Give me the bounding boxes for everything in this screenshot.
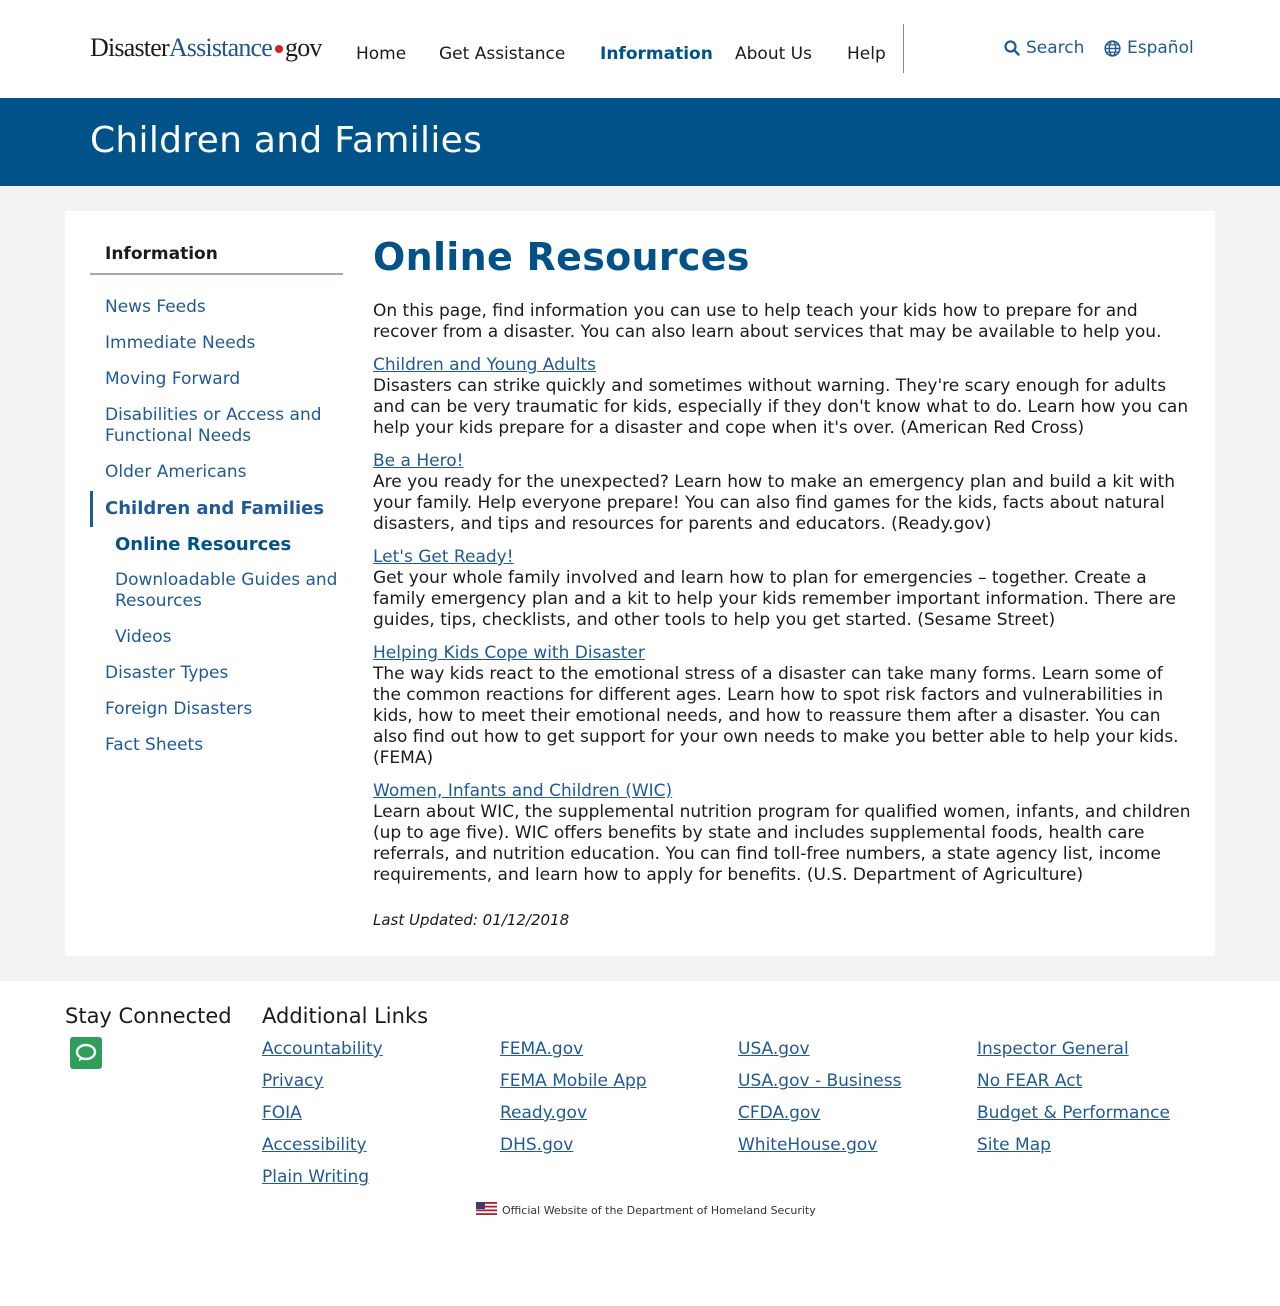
logo-text-assistance: Assistance bbox=[168, 33, 273, 62]
footer-link-fema-mobile-app[interactable]: FEMA Mobile App bbox=[500, 1071, 647, 1092]
footer-link-accessibility[interactable]: Accessibility bbox=[262, 1135, 383, 1156]
resource-description: Disasters can strike quickly and sometim… bbox=[373, 376, 1189, 438]
search-icon bbox=[1004, 40, 1020, 56]
nav-get-assistance[interactable]: Get Assistance bbox=[439, 44, 565, 64]
footer-link-usa-business[interactable]: USA.gov - Business bbox=[738, 1071, 901, 1092]
search-link[interactable]: Search bbox=[1004, 38, 1084, 58]
nav-divider bbox=[903, 24, 904, 73]
nav-help[interactable]: Help bbox=[847, 44, 886, 64]
footer-link-foia[interactable]: FOIA bbox=[262, 1103, 383, 1124]
side-nav-disaster-types[interactable]: Disaster Types bbox=[90, 656, 343, 692]
side-nav-moving-forward[interactable]: Moving Forward bbox=[90, 362, 343, 398]
footer-link-no-fear-act[interactable]: No FEAR Act bbox=[977, 1071, 1170, 1092]
footer-links-col-3: USA.gov USA.gov - Business CFDA.gov Whit… bbox=[738, 1039, 901, 1167]
footer-link-fema[interactable]: FEMA.gov bbox=[500, 1039, 647, 1060]
main-area: Information News Feeds Immediate Needs M… bbox=[0, 186, 1280, 981]
official-website-notice: Official Website of the Department of Ho… bbox=[476, 1202, 816, 1218]
footer-link-cfda[interactable]: CFDA.gov bbox=[738, 1103, 901, 1124]
side-nav-news-feeds[interactable]: News Feeds bbox=[90, 290, 343, 326]
search-label: Search bbox=[1026, 38, 1085, 58]
side-nav-disabilities[interactable]: Disabilities or Access and Functional Ne… bbox=[90, 398, 343, 455]
site-header: DisasterAssistance gov Home Get Assistanc… bbox=[0, 0, 1280, 98]
resource-item: Women, Infants and Children (WIC) Learn … bbox=[373, 781, 1193, 886]
resource-item: Children and Young Adults Disasters can … bbox=[373, 355, 1193, 439]
resource-description: The way kids react to the emotional stre… bbox=[373, 664, 1179, 768]
resource-link-children-young-adults[interactable]: Children and Young Adults bbox=[373, 355, 596, 376]
page-title: Online Resources bbox=[373, 235, 750, 279]
content-card: Information News Feeds Immediate Needs M… bbox=[65, 211, 1215, 956]
side-nav: Information News Feeds Immediate Needs M… bbox=[90, 241, 343, 764]
resource-item: Let's Get Ready! Get your whole family i… bbox=[373, 547, 1193, 631]
side-nav-videos[interactable]: Videos bbox=[90, 620, 343, 656]
logo-text-disaster: Disaster bbox=[90, 33, 170, 62]
stay-connected-heading: Stay Connected bbox=[65, 1004, 232, 1028]
us-flag-icon bbox=[476, 1202, 497, 1218]
footer-link-dhs[interactable]: DHS.gov bbox=[500, 1135, 647, 1156]
footer-link-site-map[interactable]: Site Map bbox=[977, 1135, 1170, 1156]
footer-links-col-4: Inspector General No FEAR Act Budget & P… bbox=[977, 1039, 1170, 1167]
globe-icon bbox=[1104, 39, 1121, 57]
chat-icon[interactable] bbox=[70, 1037, 102, 1069]
side-nav-older-americans[interactable]: Older Americans bbox=[90, 455, 343, 491]
official-website-text: Official Website of the Department of Ho… bbox=[502, 1203, 816, 1217]
footer-links-col-2: FEMA.gov FEMA Mobile App Ready.gov DHS.g… bbox=[500, 1039, 647, 1167]
resource-item: Helping Kids Cope with Disaster The way … bbox=[373, 643, 1193, 769]
banner-title: Children and Families bbox=[90, 120, 483, 161]
footer-link-accountability[interactable]: Accountability bbox=[262, 1039, 383, 1060]
footer-links-col-1: Accountability Privacy FOIA Accessibilit… bbox=[262, 1039, 383, 1199]
side-nav-fact-sheets[interactable]: Fact Sheets bbox=[90, 728, 343, 764]
footer-link-inspector-general[interactable]: Inspector General bbox=[977, 1039, 1170, 1060]
footer-link-plain-writing[interactable]: Plain Writing bbox=[262, 1167, 383, 1188]
side-nav-children-families[interactable]: Children and Families bbox=[90, 491, 343, 527]
language-label: Español bbox=[1127, 38, 1194, 58]
nav-information[interactable]: Information bbox=[600, 44, 713, 64]
side-nav-list: News Feeds Immediate Needs Moving Forwar… bbox=[90, 290, 343, 764]
resource-item: Be a Hero! Are you ready for the unexpec… bbox=[373, 451, 1193, 535]
logo-dot bbox=[275, 44, 284, 53]
language-link[interactable]: Español bbox=[1104, 38, 1194, 58]
resource-description: Get your whole family involved and learn… bbox=[373, 568, 1176, 630]
page-banner: Children and Families bbox=[0, 98, 1280, 186]
resource-link-wic[interactable]: Women, Infants and Children (WIC) bbox=[373, 781, 672, 802]
side-nav-online-resources[interactable]: Online Resources bbox=[90, 527, 343, 563]
footer-link-privacy[interactable]: Privacy bbox=[262, 1071, 383, 1092]
side-nav-downloadable-guides[interactable]: Downloadable Guides and Resources bbox=[90, 563, 343, 620]
resource-description: Learn about WIC, the supplemental nutrit… bbox=[373, 802, 1191, 885]
nav-home[interactable]: Home bbox=[356, 44, 406, 64]
footer-link-whitehouse[interactable]: WhiteHouse.gov bbox=[738, 1135, 901, 1156]
resource-description: Are you ready for the unexpected? Learn … bbox=[373, 472, 1176, 534]
side-nav-immediate-needs[interactable]: Immediate Needs bbox=[90, 326, 343, 362]
resource-link-helping-kids-cope[interactable]: Helping Kids Cope with Disaster bbox=[373, 643, 645, 664]
resource-link-be-a-hero[interactable]: Be a Hero! bbox=[373, 451, 463, 472]
main-content: Online Resources On this page, find info… bbox=[373, 235, 1193, 898]
nav-about-us[interactable]: About Us bbox=[735, 44, 812, 64]
additional-links-heading: Additional Links bbox=[262, 1004, 429, 1028]
site-footer: Stay Connected Additional Links Accounta… bbox=[0, 981, 1280, 1306]
footer-link-ready[interactable]: Ready.gov bbox=[500, 1103, 647, 1124]
last-updated: Last Updated: 01/12/2018 bbox=[373, 911, 570, 929]
logo-text-gov: gov bbox=[285, 33, 322, 62]
footer-link-budget-performance[interactable]: Budget & Performance bbox=[977, 1103, 1170, 1124]
side-nav-foreign-disasters[interactable]: Foreign Disasters bbox=[90, 692, 343, 728]
footer-link-usa[interactable]: USA.gov bbox=[738, 1039, 901, 1060]
resource-link-lets-get-ready[interactable]: Let's Get Ready! bbox=[373, 547, 514, 568]
side-nav-heading: Information bbox=[90, 241, 343, 275]
footer-links: Accountability Privacy FOIA Accessibilit… bbox=[262, 1039, 1192, 1209]
intro-text: On this page, find information you can u… bbox=[373, 301, 1162, 342]
site-logo[interactable]: DisasterAssistance gov bbox=[90, 33, 322, 63]
